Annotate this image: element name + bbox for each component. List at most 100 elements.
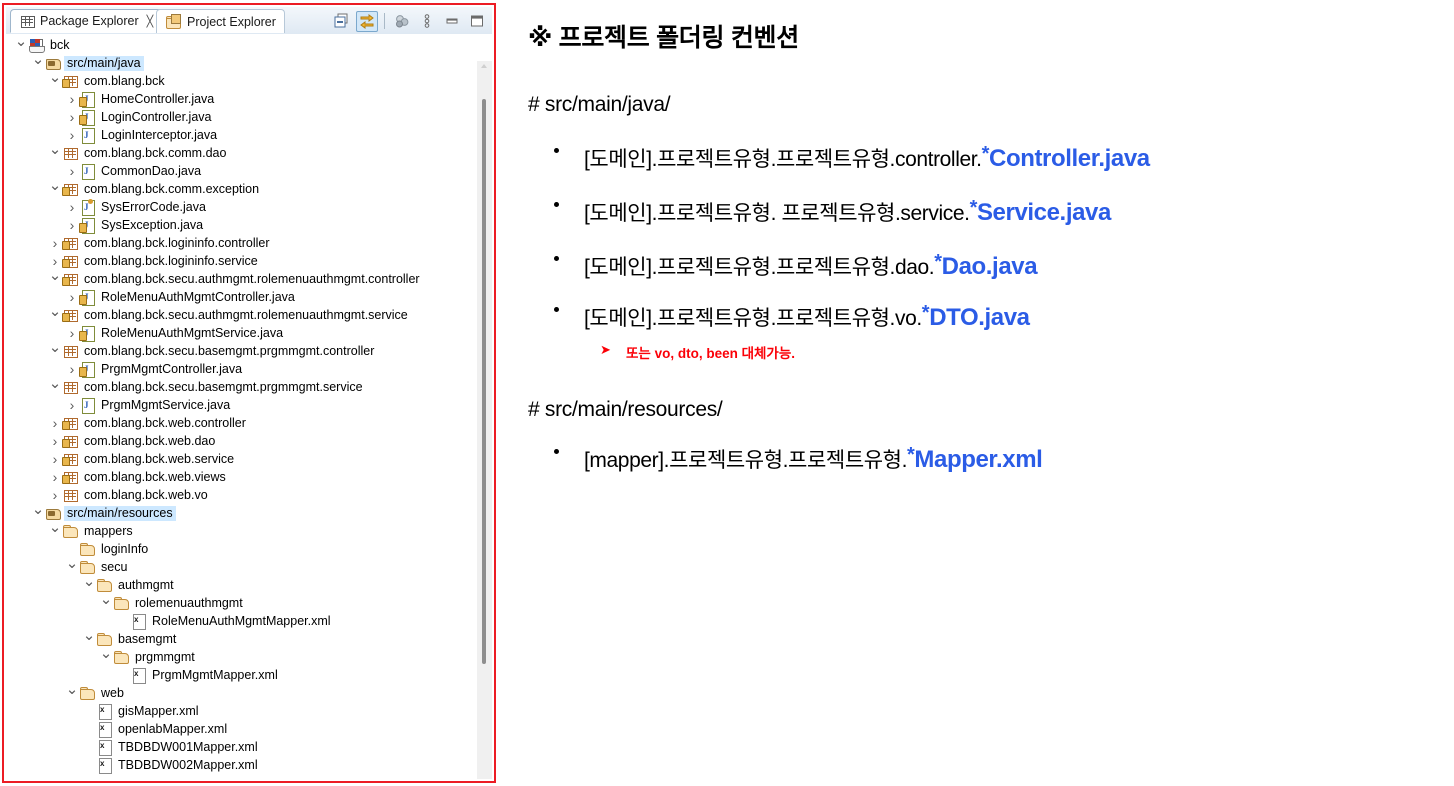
chevron-right-icon[interactable] (65, 326, 79, 341)
tree-item[interactable]: J LoginController.java (6, 108, 476, 126)
tree-item[interactable]: web (6, 684, 476, 702)
chevron-down-icon[interactable] (31, 506, 45, 521)
tree-item[interactable]: com.blang.bck.web.dao (6, 432, 476, 450)
chevron-down-icon[interactable] (48, 272, 62, 287)
chevron-down-icon[interactable] (31, 56, 45, 71)
tree-item[interactable]: prgmmgmt (6, 648, 476, 666)
xml-file-icon: x (96, 757, 113, 774)
chevron-down-icon[interactable] (48, 524, 62, 539)
scrollbar-thumb[interactable] (482, 99, 486, 664)
chevron-down-icon[interactable] (82, 578, 96, 593)
tree-item[interactable]: J RoleMenuAuthMgmtService.java (6, 324, 476, 342)
tree-item[interactable]: secu (6, 558, 476, 576)
tab-project-explorer[interactable]: Project Explorer (156, 9, 285, 33)
maximize-icon[interactable] (466, 11, 488, 32)
tree-item[interactable]: com.blang.bck.comm.dao (6, 144, 476, 162)
java-class-icon: J (79, 127, 96, 144)
tree-item[interactable]: x gisMapper.xml (6, 702, 476, 720)
tree-item[interactable]: J SysErrorCode.java (6, 198, 476, 216)
tree-item[interactable]: basemgmt (6, 630, 476, 648)
chevron-right-icon[interactable] (48, 416, 62, 431)
tree-item[interactable]: J PrgmMgmtController.java (6, 360, 476, 378)
tree-item[interactable]: J HomeController.java (6, 90, 476, 108)
tree-item[interactable]: com.blang.bck.web.vo (6, 486, 476, 504)
tree-item[interactable]: authmgmt (6, 576, 476, 594)
chevron-right-icon[interactable] (65, 110, 79, 125)
chevron-down-icon[interactable] (65, 560, 79, 575)
tree-item[interactable]: src/main/java (6, 54, 476, 72)
tree-item[interactable]: J PrgmMgmtService.java (6, 396, 476, 414)
package-locked-icon (62, 451, 79, 467)
tree-item-label: com.blang.bck.web.service (84, 451, 235, 466)
tree-item[interactable]: J LoginInterceptor.java (6, 126, 476, 144)
scroll-up-icon[interactable] (481, 64, 487, 68)
tree-item[interactable]: com.blang.bck.web.views (6, 468, 476, 486)
view-menu-filters-icon[interactable] (391, 11, 413, 32)
chevron-right-icon[interactable] (48, 434, 62, 449)
tree-item[interactable]: J SysException.java (6, 216, 476, 234)
chevron-down-icon[interactable] (82, 632, 96, 647)
tree-item[interactable]: com.blang.bck.secu.authmgmt.rolemenuauth… (6, 270, 476, 288)
tree-vertical-scrollbar[interactable] (477, 61, 492, 779)
tree-item[interactable]: bck (6, 36, 476, 54)
chevron-right-icon[interactable] (48, 488, 62, 503)
link-with-editor-icon[interactable] (356, 10, 378, 32)
tab-package-explorer[interactable]: Package Explorer ╳ (10, 9, 163, 33)
tree-item[interactable]: com.blang.bck.logininfo.service (6, 252, 476, 270)
chevron-right-icon[interactable] (65, 92, 79, 107)
tree-item[interactable]: com.blang.bck.secu.authmgmt.rolemenuauth… (6, 306, 476, 324)
tree-item[interactable]: x RoleMenuAuthMgmtMapper.xml (6, 612, 476, 630)
chevron-down-icon[interactable] (99, 650, 113, 665)
tree-item[interactable]: com.blang.bck.logininfo.controller (6, 234, 476, 252)
tree-item[interactable]: x TBDBDW002Mapper.xml (6, 756, 476, 774)
close-icon[interactable]: ╳ (147, 15, 154, 28)
collapse-all-icon[interactable] (331, 11, 353, 32)
chevron-down-icon[interactable] (99, 596, 113, 611)
chevron-down-icon[interactable] (48, 182, 62, 197)
tree-item[interactable]: x TBDBDW001Mapper.xml (6, 738, 476, 756)
chevron-down-icon[interactable] (48, 146, 62, 161)
section-heading-src-main-resources: # src/main/resources/ (528, 398, 723, 421)
tree-item[interactable]: com.blang.bck.web.controller (6, 414, 476, 432)
chevron-right-icon[interactable] (65, 218, 79, 233)
asterisk-marker: * (934, 251, 942, 273)
tree-item-label: com.blang.bck.secu.authmgmt.rolemenuauth… (84, 307, 408, 322)
chevron-right-icon[interactable] (48, 452, 62, 467)
chevron-down-icon[interactable] (65, 686, 79, 701)
tree-item-label: HomeController.java (101, 91, 215, 106)
package-tree[interactable]: bck src/main/java com.blang.bck J HomeContro… (6, 34, 492, 779)
chevron-down-icon[interactable] (48, 380, 62, 395)
tree-item[interactable]: J CommonDao.java (6, 162, 476, 180)
chevron-right-icon[interactable] (65, 398, 79, 413)
tree-item-label: basemgmt (118, 631, 177, 646)
chevron-down-icon[interactable] (48, 74, 62, 89)
tree-item[interactable]: src/main/resources (6, 504, 476, 522)
minimize-icon[interactable] (441, 11, 463, 32)
tree-item[interactable]: rolemenuauthmgmt (6, 594, 476, 612)
chevron-right-icon[interactable] (65, 128, 79, 143)
chevron-right-icon[interactable] (65, 290, 79, 305)
tree-item[interactable]: J RoleMenuAuthMgmtController.java (6, 288, 476, 306)
tree-item[interactable]: com.blang.bck.secu.basemgmt.prgmmgmt.ser… (6, 378, 476, 396)
chevron-down-icon[interactable] (48, 308, 62, 323)
chevron-down-icon[interactable] (14, 38, 28, 53)
tree-item-label: RoleMenuAuthMgmtController.java (101, 289, 295, 304)
java-class-icon: J (79, 397, 96, 414)
package-icon (62, 145, 79, 161)
view-menu-icon[interactable] (416, 11, 438, 32)
tree-item[interactable]: com.blang.bck.secu.basemgmt.prgmmgmt.con… (6, 342, 476, 360)
chevron-right-icon[interactable] (48, 470, 62, 485)
chevron-right-icon[interactable] (65, 164, 79, 179)
tree-item[interactable]: com.blang.bck.comm.exception (6, 180, 476, 198)
chevron-right-icon[interactable] (65, 200, 79, 215)
chevron-right-icon[interactable] (65, 362, 79, 377)
convention-item-mapper-prefix: [mapper].프로젝트유형.프로젝트유형. (584, 449, 908, 472)
tree-item[interactable]: mappers (6, 522, 476, 540)
java-class-locked-icon: J (79, 91, 96, 108)
tree-item[interactable]: com.blang.bck.web.service (6, 450, 476, 468)
chevron-right-icon[interactable] (48, 236, 62, 251)
chevron-down-icon[interactable] (48, 344, 62, 359)
tree-item[interactable]: com.blang.bck (6, 72, 476, 90)
tree-item[interactable]: x openlabMapper.xml (6, 720, 476, 738)
package-icon (62, 487, 79, 503)
